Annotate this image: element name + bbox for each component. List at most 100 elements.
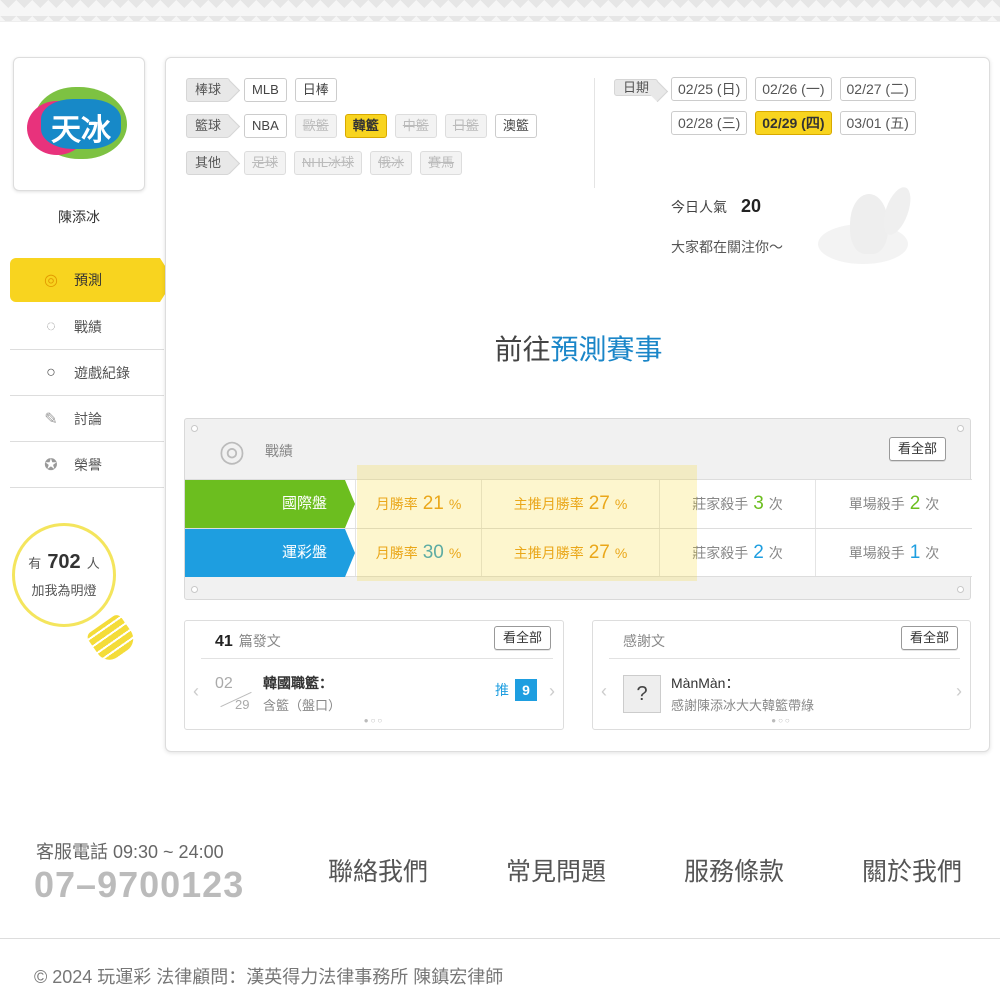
push-number: 9 [515, 679, 537, 701]
vertical-divider [594, 78, 595, 188]
cell-label: 莊家殺手 [692, 496, 749, 512]
target-outline-icon: ◎ [218, 435, 246, 468]
category-row-basketball: 籃球 NBA 歐籃 韓籃 中籃 日籃 澳籃 [186, 114, 545, 138]
cell-unit: % [614, 544, 628, 561]
tag-korean-basketball[interactable]: 韓籃 [344, 114, 387, 138]
popularity-line: 今日人氣 20 [671, 196, 783, 217]
posts-pager[interactable]: ●○○ [185, 716, 563, 725]
sidebar-nav: ◎ 預測 ◌ 戰績 ○ 遊戲紀錄 ✎ 討論 ✪ 榮譽 [10, 258, 174, 488]
category-row-baseball: 棒球 MLB 日棒 [186, 78, 345, 102]
goto-highlight: 預測賽事 [550, 334, 663, 365]
footer-link-contact[interactable]: 聯絡我們 [300, 852, 456, 888]
posts-count: 41 [215, 633, 233, 650]
category-label-basketball: 籃球 [186, 114, 231, 138]
cell-unit: % [448, 496, 462, 512]
goto-predict-link[interactable]: 前往預測賽事 [166, 328, 991, 368]
monthly-win-rate: 月勝率 30% [355, 529, 481, 576]
date-button[interactable]: 02/26 (一) [755, 77, 832, 101]
popularity-label: 今日人氣 [671, 199, 727, 215]
banker-killer: 莊家殺手 3 次 [659, 480, 815, 528]
date-button[interactable]: 02/28 (三) [671, 111, 748, 135]
tag-npb[interactable]: 日棒 [294, 78, 337, 102]
posts-view-all-button[interactable]: 看全部 [493, 626, 551, 650]
fan-circle: 有 702 人 加我為明燈 [12, 523, 116, 627]
cell-label: 月勝率 [375, 544, 418, 561]
corner-dot [191, 586, 198, 593]
lightbulb-icon [85, 612, 139, 666]
date-button-selected[interactable]: 02/29 (四) [755, 111, 832, 135]
footer-link-terms[interactable]: 服務條款 [656, 852, 812, 888]
monthly-win-rate: 月勝率 21% [355, 480, 481, 528]
cell-value: 30 [422, 541, 444, 563]
cell-unit: % [614, 496, 628, 512]
sidebar-item-label: 遊戲紀錄 [74, 364, 130, 381]
footer-divider [0, 938, 1000, 939]
main-panel: 棒球 MLB 日棒 籃球 NBA 歐籃 韓籃 中籃 日籃 澳籃 其他 足球 NH… [165, 57, 990, 752]
category-label-baseball: 棒球 [186, 78, 231, 102]
cell-unit: 次 [925, 544, 940, 561]
date-label: 日期 [614, 79, 659, 96]
sidebar-item-label: 榮譽 [74, 456, 102, 473]
date-button[interactable]: 02/27 (二) [839, 77, 916, 101]
thanks-message: 感謝陳添冰大大韓籃帶綠 [671, 698, 815, 713]
tag-soccer: 足球 [244, 151, 287, 175]
record-header: ◎ 戰績 看全部 [185, 419, 970, 479]
thanks-user-name[interactable]: MànMàn： [671, 673, 739, 693]
cell-value: 21 [422, 493, 444, 514]
target-outline-icon: ◌ [46, 317, 56, 335]
popularity-box: 今日人氣 20 大家都在關注你～ [671, 196, 783, 257]
thanks-view-all-button[interactable]: 看全部 [900, 626, 958, 650]
sidebar-item-game-log[interactable]: ○ 遊戲紀錄 [10, 350, 164, 396]
cell-value: 27 [588, 541, 610, 563]
tag-chinese-basketball: 中籃 [394, 114, 437, 138]
cell-label: 主推月勝率 [513, 544, 584, 561]
tag-japanese-basketball: 日籃 [444, 114, 487, 138]
copyright: © 2024 玩運彩 法律顧問：漢英得力法律事務所 陳鎮宏律師 [34, 967, 504, 987]
tag-nba[interactable]: NBA [244, 114, 287, 138]
fan-bulb-widget[interactable]: 有 702 人 加我為明燈 [12, 523, 139, 666]
tag-mlb[interactable]: MLB [244, 78, 287, 102]
cell-value: 1 [909, 541, 921, 563]
push-count: 推9 [495, 679, 537, 701]
main-push-win-rate: 主推月勝率 27% [481, 529, 659, 576]
sidebar-item-predict[interactable]: ◎ 預測 [10, 258, 174, 302]
footer-link-faq[interactable]: 常見問題 [478, 852, 634, 888]
target-icon: ◎ [44, 272, 58, 289]
chevron-left-icon[interactable]: ‹ [193, 681, 199, 702]
single-game-killer: 單場殺手 2 次 [815, 480, 972, 528]
popularity-count: 20 [741, 196, 762, 216]
chevron-right-icon[interactable]: › [956, 681, 962, 702]
service-phone: 07–9700123 [34, 864, 245, 905]
cell-value: 27 [588, 493, 610, 514]
cell-label: 單場殺手 [848, 496, 905, 512]
sidebar-item-honor[interactable]: ✪ 榮譽 [10, 442, 164, 488]
thanks-title: 感謝文 [623, 633, 665, 649]
chevron-right-icon[interactable]: › [549, 681, 555, 702]
fan-count-line: 有 702 人 [28, 551, 99, 574]
sidebar-item-label: 戰績 [74, 318, 102, 335]
profile-logo: 天冰 [27, 83, 131, 165]
cell-unit: 次 [768, 496, 783, 512]
thanks-pager[interactable]: ●○○ [593, 716, 970, 725]
fan-prefix: 有 [28, 556, 42, 571]
date-button[interactable]: 02/25 (日) [671, 77, 748, 101]
post-day: 29 [235, 697, 250, 712]
user-avatar-icon[interactable]: ? [623, 675, 661, 713]
sidebar-item-discussion[interactable]: ✎ 討論 [10, 396, 164, 442]
tag-australian-basketball[interactable]: 澳籃 [494, 114, 537, 138]
record-table: 國際盤 月勝率 21% 主推月勝率 27% 莊家殺手 3 次 單場殺手 2 次 運彩盤 月勝… [185, 479, 972, 577]
footer-link-about[interactable]: 關於我們 [834, 852, 990, 888]
category-row-other: 其他 足球 NHL冰球 俄冰 賽馬 [186, 151, 470, 175]
sidebar-item-label: 預測 [74, 272, 102, 288]
date-button[interactable]: 03/01 (五) [839, 111, 916, 135]
tag-horse-racing: 賽馬 [420, 151, 463, 175]
post-title[interactable]: 韓國職籃： [263, 673, 333, 693]
cell-unit: 次 [925, 496, 940, 512]
tag-euro-basketball: 歐籃 [294, 114, 337, 138]
record-view-all-button[interactable]: 看全部 [888, 437, 946, 461]
circle-icon: ○ [46, 363, 56, 381]
profile-avatar-card[interactable]: 天冰 [13, 57, 145, 191]
sidebar-item-record[interactable]: ◌ 戰績 [10, 304, 164, 350]
profile-name: 陳添冰 [58, 209, 100, 225]
chevron-left-icon[interactable]: ‹ [601, 681, 607, 702]
